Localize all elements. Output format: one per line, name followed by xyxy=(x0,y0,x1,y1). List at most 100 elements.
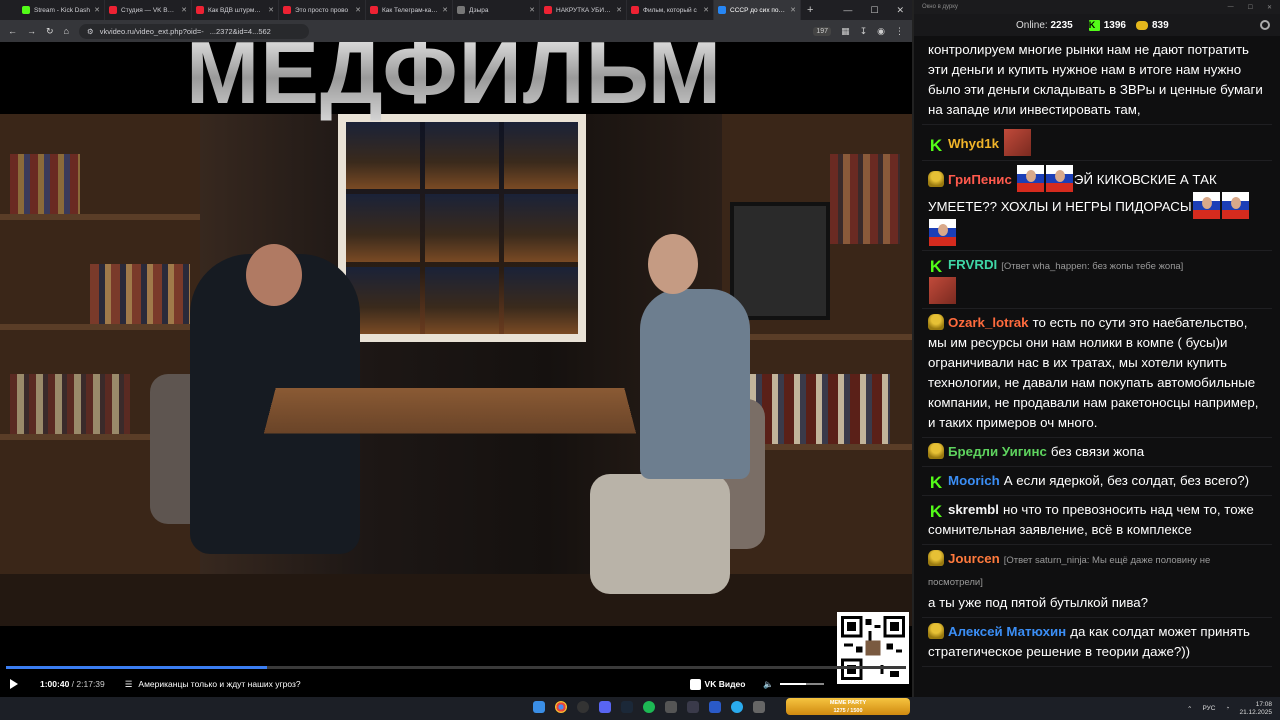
app-icon[interactable] xyxy=(687,701,699,713)
play-icon[interactable] xyxy=(10,679,18,689)
volume-icon[interactable]: 🔈 xyxy=(763,679,774,690)
tab-label: СССР до сих пор с xyxy=(730,6,787,14)
media-icon[interactable] xyxy=(709,701,721,713)
kick-viewers: K 1396 xyxy=(1088,19,1126,31)
vk-video-link[interactable]: VK Видео xyxy=(689,678,745,690)
chat-username[interactable]: Бредли Уигинс xyxy=(948,444,1047,459)
video-player[interactable]: МЕДФИЛЬМ 1:00:40 / 2:17:39 ☰ Американцы … xyxy=(0,42,912,697)
tab-close-icon[interactable]: ✕ xyxy=(703,6,709,14)
kick-badge-icon: K xyxy=(928,136,944,155)
chat-username[interactable]: ГриПенис xyxy=(948,172,1012,187)
favicon-icon xyxy=(196,6,204,14)
settings-icon[interactable] xyxy=(1260,20,1270,30)
extension-badge[interactable]: 197 xyxy=(813,26,832,36)
url-input[interactable]: ⚙ vkvideo.ru/video_ext.php?oid=- ...2372… xyxy=(78,23,309,39)
tab-8[interactable]: СССР до сих пор с ✕ xyxy=(714,0,801,20)
progress-bar[interactable] xyxy=(6,666,906,669)
other-viewers: 839 xyxy=(1135,19,1169,31)
time-total: 2:17:39 xyxy=(76,679,105,689)
window-controls: — ☐ ✕ xyxy=(843,0,904,20)
chat-username[interactable]: Jourcen xyxy=(948,551,1000,566)
extensions-icon[interactable]: ▦ xyxy=(841,26,850,37)
home-icon[interactable]: ⌂ xyxy=(64,26,69,36)
site-info-icon[interactable]: ⚙ xyxy=(87,27,94,36)
profile-icon[interactable]: ◉ xyxy=(877,26,885,37)
tab-1[interactable]: Студия — VK Видео ✕ xyxy=(105,0,192,20)
forward-icon[interactable]: → xyxy=(27,26,36,36)
tab-close-icon[interactable]: ✕ xyxy=(268,6,274,14)
chat-username[interactable]: FRVRDI xyxy=(948,257,997,272)
menu-icon[interactable]: ⋮ xyxy=(895,26,904,37)
emote-badge-icon xyxy=(928,171,944,187)
tab-3[interactable]: Это просто прово ✕ xyxy=(279,0,366,20)
network-icon[interactable]: ◔ xyxy=(1226,705,1230,712)
favicon-icon xyxy=(370,6,378,14)
emote-icon xyxy=(929,219,956,246)
reply-reference[interactable]: [Ответ wha_happen: без жопы тебе жопа] xyxy=(1001,261,1183,272)
download-icon[interactable]: ↧ xyxy=(860,26,868,37)
tab-close-icon[interactable]: ✕ xyxy=(181,6,187,14)
tab-list: Stream - Kick Dash ✕ Студия — VK Видео ✕ Как… xyxy=(18,0,801,20)
app-icon[interactable] xyxy=(665,701,677,713)
discord-icon[interactable] xyxy=(599,701,611,713)
chat-window-title: Окно в дурку xyxy=(922,4,958,10)
minimize-icon[interactable]: — xyxy=(843,5,852,15)
close-icon[interactable]: ✕ xyxy=(1267,4,1272,11)
obs-icon[interactable] xyxy=(577,701,589,713)
tab-5[interactable]: Дзыра ✕ xyxy=(453,0,540,20)
clock[interactable]: 17:08 21.12.2025 xyxy=(1239,701,1272,717)
chapter-button[interactable]: ☰ Американцы только и ждут наших угроз? xyxy=(125,679,301,690)
steam-icon[interactable] xyxy=(621,701,633,713)
volume-slider[interactable] xyxy=(780,683,824,685)
start-icon[interactable] xyxy=(533,701,545,713)
tab-close-icon[interactable]: ✕ xyxy=(442,6,448,14)
chat-username[interactable]: Алексей Матюхин xyxy=(948,624,1066,639)
progress-fill xyxy=(6,666,267,669)
chrome-icon[interactable] xyxy=(555,701,567,713)
telegram-icon[interactable] xyxy=(731,701,743,713)
chat-username[interactable]: skrembl xyxy=(948,502,999,517)
tab-close-icon[interactable]: ✕ xyxy=(355,6,361,14)
tab-label: НАКРУТКА УБИВА xyxy=(556,6,613,14)
chat-message: Ozark_lotrak то есть по сути это наебател… xyxy=(922,309,1272,438)
tab-4[interactable]: Как Телеграм-кана ✕ xyxy=(366,0,453,20)
tab-close-icon[interactable]: ✕ xyxy=(616,6,622,14)
window-decor xyxy=(338,114,586,342)
address-bar: ← → ↻ ⌂ ⚙ vkvideo.ru/video_ext.php?oid=-… xyxy=(0,20,912,42)
tab-0[interactable]: Stream - Kick Dash ✕ xyxy=(18,0,105,20)
chat-username[interactable]: Ozark_lotrak xyxy=(948,315,1029,330)
tab-close-icon[interactable]: ✕ xyxy=(94,6,100,14)
tab-6[interactable]: НАКРУТКА УБИВА ✕ xyxy=(540,0,627,20)
guest-figure xyxy=(640,289,750,479)
chat-username[interactable]: Whyd1k xyxy=(948,136,999,151)
time-display: 1:00:40 / 2:17:39 xyxy=(40,679,105,689)
tab-2[interactable]: Как ВДВ штурмуют ✕ xyxy=(192,0,279,20)
tab-close-icon[interactable]: ✕ xyxy=(529,6,535,14)
gold-count: 839 xyxy=(1151,19,1169,31)
tab-close-icon[interactable]: ✕ xyxy=(790,6,796,14)
tab-label: Как ВДВ штурмуют xyxy=(208,6,265,14)
tab-label: Как Телеграм-кана xyxy=(382,6,439,14)
maximize-icon[interactable]: ☐ xyxy=(870,5,878,16)
new-tab-button[interactable]: + xyxy=(807,4,813,16)
tray-chevron-icon[interactable]: ⌃ xyxy=(1187,705,1192,713)
favicon-icon xyxy=(283,6,291,14)
app-icon[interactable] xyxy=(753,701,765,713)
clock-date: 21.12.2025 xyxy=(1239,708,1272,716)
chat-messages: контролируем многие рынки нам не дают по… xyxy=(922,36,1272,691)
table-decor xyxy=(263,388,637,434)
tab-7[interactable]: Фильм, который с ✕ xyxy=(627,0,714,20)
lang-indicator[interactable]: РУС xyxy=(1202,705,1215,712)
maximize-icon[interactable]: ☐ xyxy=(1248,4,1253,11)
volume-control[interactable]: 🔈 xyxy=(763,679,824,690)
chat-username[interactable]: Moorich xyxy=(948,473,1000,488)
close-icon[interactable]: ✕ xyxy=(896,5,904,16)
reload-icon[interactable]: ↻ xyxy=(46,26,54,37)
chat-message: Бредли Уигинс без связи жопа xyxy=(922,438,1272,467)
minimize-icon[interactable]: — xyxy=(1228,4,1234,11)
kick-badge-icon: K xyxy=(928,473,944,492)
tab-bar: Stream - Kick Dash ✕ Студия — VK Видео ✕ Как… xyxy=(0,0,912,20)
emote-icon xyxy=(1192,192,1220,219)
back-icon[interactable]: ← xyxy=(8,26,17,36)
spotify-icon[interactable] xyxy=(643,701,655,713)
